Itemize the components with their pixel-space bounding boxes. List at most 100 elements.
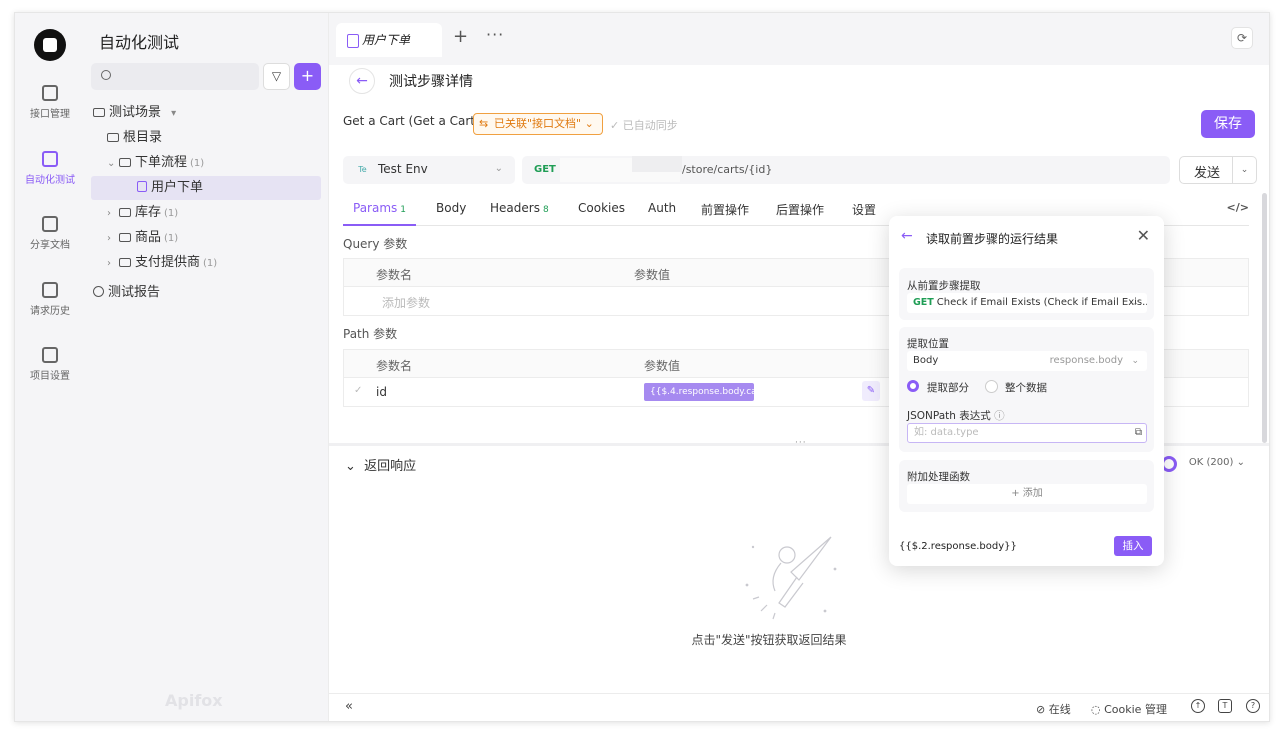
environment-select[interactable]: Te Test Env ⌄ [343, 156, 515, 184]
caret-down-icon[interactable]: ▾ [171, 102, 183, 126]
tree-item-reports[interactable]: 测试报告 [93, 281, 323, 305]
add-param-placeholder[interactable]: 添加参数 [382, 294, 430, 311]
response-status[interactable]: OK (200) ⌄ [1189, 457, 1245, 468]
param-name[interactable]: id [376, 385, 387, 399]
search-input[interactable] [91, 63, 259, 90]
tab-params[interactable]: Params 1 [342, 201, 417, 226]
magic-wand-icon[interactable]: ✎ [862, 381, 880, 401]
param-value-variable[interactable]: {{$.4.response.body.ca... [644, 383, 754, 401]
tab-headers[interactable]: Headers 8 [490, 201, 549, 215]
url-input[interactable]: GET /store/carts/{id} [522, 156, 1170, 184]
scene-folder-icon [93, 108, 105, 117]
rail-item-api-management[interactable]: 接口管理 [15, 85, 85, 120]
rail-item-project-settings[interactable]: 项目设置 [15, 347, 85, 382]
rail-item-automation-test[interactable]: 自动化测试 [15, 151, 85, 186]
rail-label: 项目设置 [30, 371, 70, 382]
help-icon[interactable]: ⓘ [994, 410, 1005, 422]
filter-button[interactable]: ▽ [263, 63, 290, 90]
from-step-select[interactable]: GET Check if Email Exists (Check if Email… [907, 293, 1147, 313]
chevron-down-icon[interactable]: ⌄ [107, 152, 119, 176]
position-select[interactable]: Body response.body ⌄ [907, 351, 1147, 371]
tab-place-order[interactable]: 用户下单 [336, 23, 442, 57]
query-section-label: Query 参数 [343, 237, 408, 251]
save-button[interactable]: 保存 [1201, 110, 1255, 138]
tree-item-goods[interactable]: › 商品 (1) [107, 226, 337, 250]
tree-item-place-order[interactable]: 用户下单 [91, 176, 321, 200]
rail-label: 接口管理 [30, 109, 70, 120]
project-settings-icon [42, 347, 58, 363]
tree-item-scenes[interactable]: 测试场景 ▾ [93, 101, 323, 125]
folder-icon [119, 158, 131, 167]
send-dropdown-icon[interactable]: ⌄ [1232, 157, 1256, 183]
tree-item-root[interactable]: 根目录 [107, 126, 337, 150]
report-icon [93, 286, 104, 297]
position-label: 提取位置 [907, 338, 949, 350]
insert-button[interactable]: 插入 [1114, 536, 1152, 556]
url-path: /store/carts/{id} [682, 163, 773, 176]
tab-cookies[interactable]: Cookies [578, 201, 625, 215]
back-arrow-icon[interactable]: ← [901, 228, 913, 244]
response-header[interactable]: ⌄ 返回响应 [345, 455, 416, 474]
online-status[interactable]: ⊘ 在线 [1036, 701, 1071, 717]
chevron-right-icon[interactable]: › [107, 252, 119, 276]
rail-item-share-docs[interactable]: 分享文档 [15, 216, 85, 251]
tab-settings[interactable]: 设置 [852, 201, 876, 218]
check-icon[interactable]: ✓ [354, 385, 362, 396]
tab-body[interactable]: Body [436, 201, 466, 215]
tree-item-inventory[interactable]: › 库存 (1) [107, 201, 337, 225]
new-tab-button[interactable]: + [453, 26, 468, 47]
rail-item-request-history[interactable]: 请求历史 [15, 282, 85, 317]
chevron-down-icon: ⌄ [584, 117, 594, 130]
send-label: 发送 [1193, 166, 1220, 181]
col-name: 参数名 [376, 359, 413, 373]
shirt-icon[interactable]: T [1218, 699, 1232, 713]
refresh-button[interactable]: ⟳ [1231, 27, 1253, 49]
position-path: response.body [1049, 355, 1123, 366]
add-function-button[interactable]: + 添加 [907, 484, 1147, 504]
tree-label: 支付提供商 [135, 255, 201, 270]
empty-hint-text: 点击"发送"按钮获取返回结果 [691, 633, 847, 647]
drag-handle-icon[interactable]: ··· [795, 438, 807, 448]
auto-sync-status: ✓ 已自动同步 [610, 117, 678, 133]
tree-label: 根目录 [123, 130, 163, 145]
tab-post-ops[interactable]: 后置操作 [776, 201, 824, 218]
cookie-icon: ◌ [1091, 703, 1105, 716]
close-icon[interactable]: ✕ [1137, 226, 1150, 245]
collapse-sidebar-icon[interactable]: « [345, 699, 353, 714]
tab-bar: 用户下单 + ··· ⟳ [329, 13, 1269, 65]
linked-doc-label: 已关联"接口文档" [494, 117, 582, 130]
chevron-down-icon: ⌄ [1131, 298, 1139, 308]
linked-doc-badge[interactable]: 已关联"接口文档" ⌄ [473, 113, 603, 135]
tree-label: 库存 [135, 205, 162, 220]
more-tabs-button[interactable]: ··· [486, 25, 504, 44]
open-external-icon[interactable]: ⧉ [1135, 424, 1142, 442]
back-button[interactable]: ← [349, 68, 375, 94]
refresh-icon: ⟳ [1236, 31, 1248, 45]
code-icon[interactable]: </> [1227, 201, 1249, 214]
status-text: OK (200) [1188, 457, 1234, 468]
plus-icon: + [300, 66, 315, 85]
tab-pre-ops[interactable]: 前置操作 [701, 201, 749, 218]
from-step-label: 从前置步骤提取 [907, 280, 981, 292]
tree-item-order-flow[interactable]: ⌄ 下单流程 (1) [107, 151, 337, 175]
auto-sync-label: 已自动同步 [622, 119, 678, 132]
chevron-down-icon: ⌄ [345, 459, 365, 474]
chevron-right-icon[interactable]: › [107, 202, 119, 226]
tree-item-payment[interactable]: › 支付提供商 (1) [107, 251, 337, 275]
radio-whole-data[interactable]: 整个数据 [985, 380, 1047, 395]
chevron-right-icon[interactable]: › [107, 227, 119, 251]
share-docs-icon [42, 216, 58, 232]
upload-icon[interactable]: ↑ [1191, 699, 1205, 713]
page-title: 测试步骤详情 [389, 74, 473, 90]
scrollbar[interactable] [1262, 193, 1267, 443]
tab-auth[interactable]: Auth [648, 201, 676, 215]
jsonpath-input[interactable]: 如: data.type ⧉ [907, 423, 1147, 443]
send-button[interactable]: 发送 ⌄ [1179, 156, 1257, 184]
nav-rail: 接口管理 自动化测试 分享文档 请求历史 项目设置 [15, 13, 85, 721]
filter-icon: ▽ [271, 69, 282, 83]
help-icon[interactable]: ? [1246, 699, 1260, 713]
add-button[interactable]: + [294, 63, 321, 90]
radio-extract-part[interactable]: 提取部分 [907, 380, 969, 395]
cookie-manager[interactable]: ◌ Cookie 管理 [1091, 701, 1167, 717]
app-logo[interactable] [34, 29, 66, 61]
